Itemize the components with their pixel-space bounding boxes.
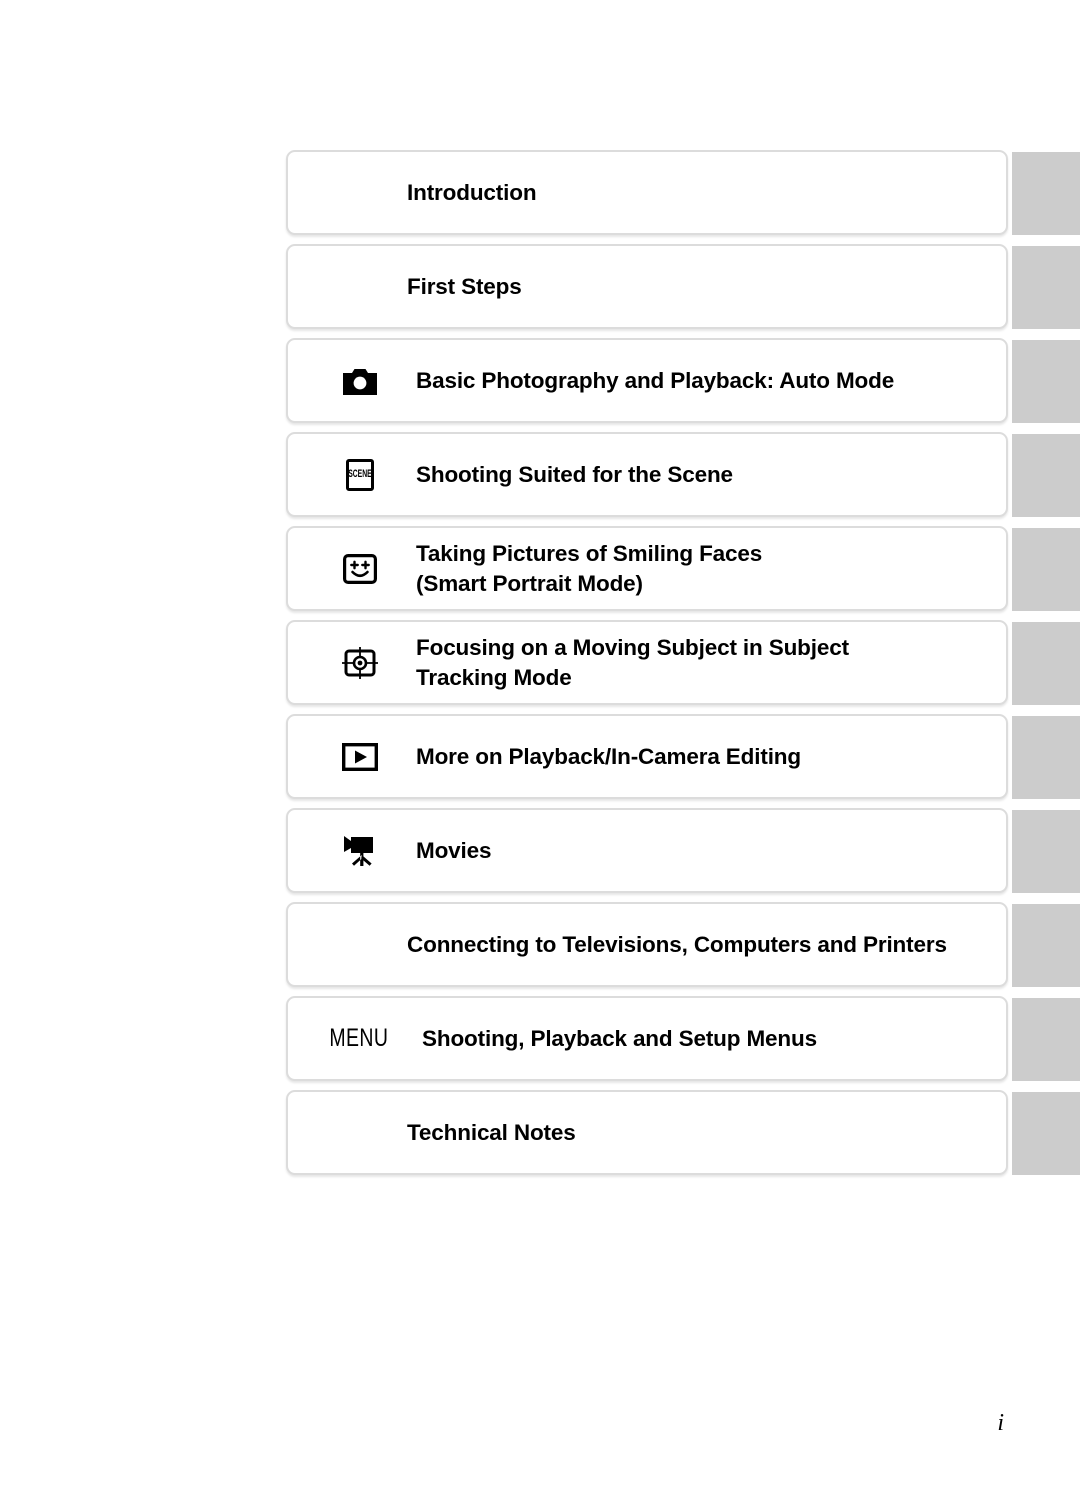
- toc-entry[interactable]: First Steps: [286, 244, 1080, 331]
- scene-label: SCENE: [346, 458, 374, 491]
- toc-entry-title: More on Playback/In-Camera Editing: [416, 743, 801, 769]
- toc-entry-title: First Steps: [407, 273, 522, 299]
- toc-entry-title: Connecting to Televisions, Computers and…: [407, 931, 947, 957]
- toc-entry-tab[interactable]: [1012, 716, 1080, 799]
- toc-entry-title: Introduction: [407, 179, 537, 205]
- toc-entry-tab[interactable]: [1012, 622, 1080, 705]
- toc-entry-tab[interactable]: [1012, 434, 1080, 517]
- toc-entry-tab[interactable]: [1012, 246, 1080, 329]
- toc-entry-title: Shooting, Playback and Setup Menus: [422, 1025, 817, 1051]
- toc-entry-title: Movies: [416, 837, 492, 863]
- toc-entry[interactable]: Technical Notes: [286, 1090, 1080, 1177]
- scene-mode-icon: SCENE: [330, 458, 390, 491]
- toc-entry[interactable]: More on Playback/In-Camera Editing: [286, 714, 1080, 801]
- menu-label: MENU: [329, 1024, 389, 1052]
- chapter-list: Introduction First Steps Basic Photography…: [286, 150, 1080, 1184]
- toc-entry-card[interactable]: Introduction: [286, 150, 1008, 235]
- toc-entry-card[interactable]: Focusing on a Moving Subject in Subject …: [286, 620, 1008, 705]
- subject-tracking-target-icon: [330, 646, 390, 679]
- toc-entry-title: Basic Photography and Playback: Auto Mod…: [416, 367, 895, 393]
- toc-entry-card[interactable]: Technical Notes: [286, 1090, 1008, 1175]
- toc-entry[interactable]: Taking Pictures of Smiling Faces (Smart …: [286, 526, 1080, 613]
- toc-entry-card[interactable]: Movies: [286, 808, 1008, 893]
- toc-entry-card[interactable]: Taking Pictures of Smiling Faces (Smart …: [286, 526, 1008, 611]
- menu-button-icon: MENU: [322, 1024, 396, 1053]
- playback-icon: [330, 742, 390, 771]
- toc-entry-card[interactable]: First Steps: [286, 244, 1008, 329]
- toc-entry[interactable]: Movies: [286, 808, 1080, 895]
- toc-entry-title: Focusing on a Moving Subject in Subject …: [416, 634, 849, 690]
- smiling-face-icon: [330, 553, 390, 584]
- toc-entry[interactable]: SCENE Shooting Suited for the Scene: [286, 432, 1080, 519]
- table-of-contents-page: Introduction First Steps Basic Photography…: [0, 0, 1080, 1486]
- toc-entry-title: Taking Pictures of Smiling Faces (Smart …: [416, 540, 763, 596]
- toc-entry-title: Technical Notes: [407, 1119, 576, 1145]
- toc-entry-tab[interactable]: [1012, 152, 1080, 235]
- toc-entry-card[interactable]: MENU Shooting, Playback and Setup Menus: [286, 996, 1008, 1081]
- toc-entry-tab[interactable]: [1012, 904, 1080, 987]
- toc-entry-card[interactable]: Basic Photography and Playback: Auto Mod…: [286, 338, 1008, 423]
- toc-entry-tab[interactable]: [1012, 998, 1080, 1081]
- movie-camera-icon: [330, 835, 390, 867]
- toc-entry[interactable]: Connecting to Televisions, Computers and…: [286, 902, 1080, 989]
- toc-entry[interactable]: Focusing on a Moving Subject in Subject …: [286, 620, 1080, 707]
- toc-entry[interactable]: MENU Shooting, Playback and Setup Menus: [286, 996, 1080, 1083]
- toc-entry-title: Shooting Suited for the Scene: [416, 461, 733, 487]
- toc-entry-card[interactable]: SCENE Shooting Suited for the Scene: [286, 432, 1008, 517]
- page-number: i: [997, 1410, 1004, 1436]
- toc-entry-tab[interactable]: [1012, 810, 1080, 893]
- camera-icon: [330, 367, 390, 395]
- toc-entry[interactable]: Introduction: [286, 150, 1080, 237]
- toc-entry-tab[interactable]: [1012, 528, 1080, 611]
- toc-entry-tab[interactable]: [1012, 1092, 1080, 1175]
- toc-entry[interactable]: Basic Photography and Playback: Auto Mod…: [286, 338, 1080, 425]
- toc-entry-card[interactable]: Connecting to Televisions, Computers and…: [286, 902, 1008, 987]
- toc-entry-tab[interactable]: [1012, 340, 1080, 423]
- toc-entry-card[interactable]: More on Playback/In-Camera Editing: [286, 714, 1008, 799]
